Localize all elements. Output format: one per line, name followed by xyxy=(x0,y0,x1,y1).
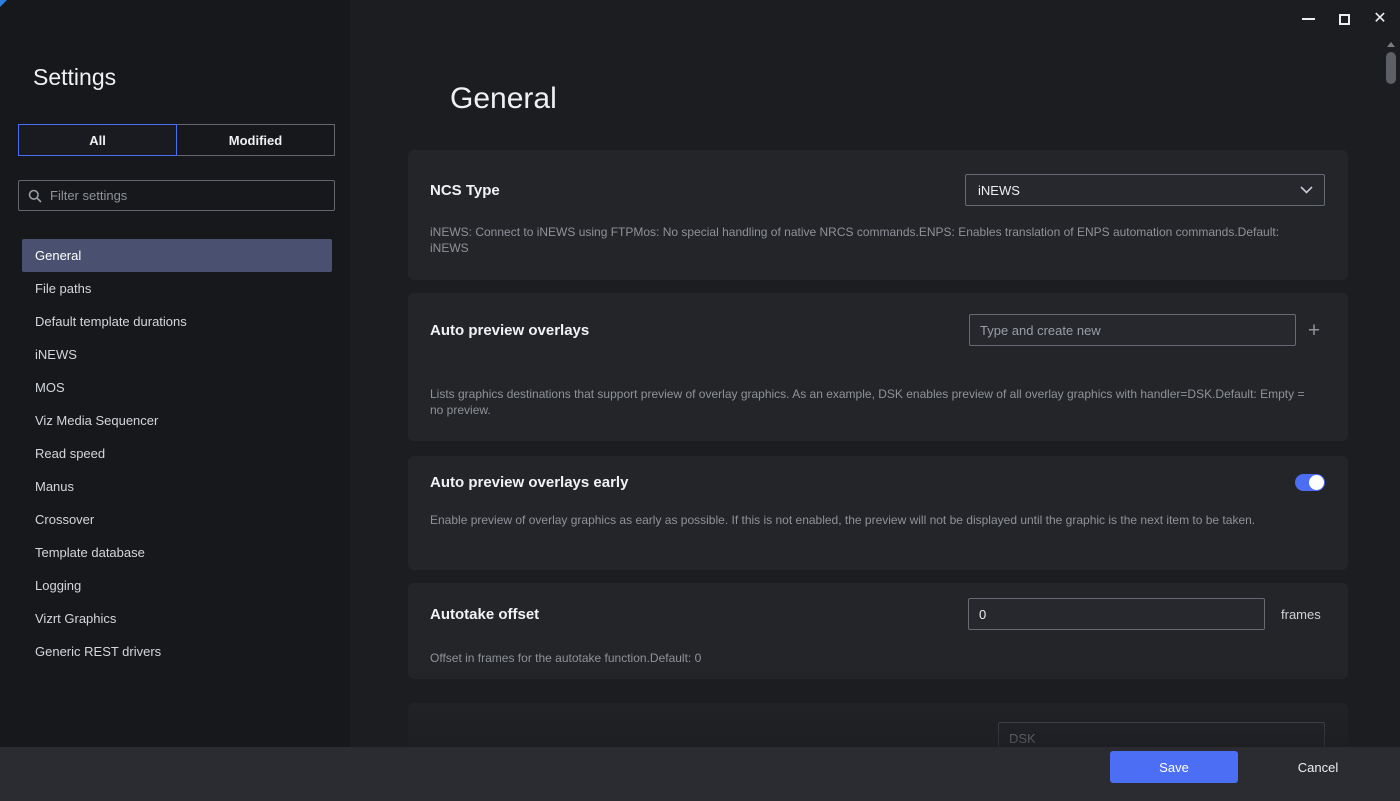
partial-setting-input[interactable] xyxy=(998,722,1325,747)
sidebar-nav-item-label: General xyxy=(35,248,81,263)
ncs-type-select-value: iNEWS xyxy=(978,183,1020,198)
save-button[interactable]: Save xyxy=(1110,751,1238,783)
sidebar-nav-item[interactable]: Default template durations xyxy=(22,305,332,338)
toggle-knob xyxy=(1309,475,1324,490)
ncs-type-select[interactable]: iNEWS xyxy=(965,174,1325,206)
unit-label: frames xyxy=(1281,607,1325,622)
filter-settings-input[interactable] xyxy=(50,188,325,203)
tab-all[interactable]: All xyxy=(18,124,177,156)
sidebar-nav-item[interactable]: Manus xyxy=(22,470,332,503)
scroll-up-arrow-icon[interactable] xyxy=(1387,42,1395,47)
auto-preview-early-toggle[interactable] xyxy=(1295,474,1325,491)
minimize-icon xyxy=(1302,18,1315,20)
sidebar-nav-item[interactable]: iNEWS xyxy=(22,338,332,371)
setting-description: Offset in frames for the autotake functi… xyxy=(408,650,1348,666)
setting-description: iNEWS: Connect to iNEWS using FTPMos: No… xyxy=(408,224,1348,256)
setting-label: NCS Type xyxy=(430,182,500,199)
filter-tabs: All Modified xyxy=(18,124,335,156)
close-button[interactable]: ✕ xyxy=(1362,0,1398,38)
setting-label: Autotake offset xyxy=(430,606,539,623)
setting-description: Lists graphics destinations that support… xyxy=(408,386,1348,418)
close-icon: ✕ xyxy=(1373,11,1386,27)
sidebar-nav-item-label: Template database xyxy=(35,545,145,560)
maximize-icon xyxy=(1339,14,1350,25)
setting-description: Enable preview of overlay graphics as ea… xyxy=(408,512,1348,528)
settings-sidebar: Settings All Modified General File paths… xyxy=(0,0,350,747)
sidebar-nav-item-label: Read speed xyxy=(35,446,105,461)
sidebar-nav-item[interactable]: Logging xyxy=(22,569,332,602)
sidebar-nav-item-label: Generic REST drivers xyxy=(35,644,161,659)
sidebar-nav-item-label: MOS xyxy=(35,380,65,395)
sidebar-nav-item-label: iNEWS xyxy=(35,347,77,362)
sidebar-nav-item[interactable]: Crossover xyxy=(22,503,332,536)
setting-label: Auto preview overlays early xyxy=(430,474,628,491)
sidebar-nav-item[interactable]: File paths xyxy=(22,272,332,305)
sidebar-nav-item[interactable]: Viz Media Sequencer xyxy=(22,404,332,437)
setting-card-autotake-offset: Autotake offset frames Offset in frames … xyxy=(408,583,1348,679)
add-button[interactable]: + xyxy=(1303,314,1325,346)
sidebar-title: Settings xyxy=(33,64,116,91)
setting-card-auto-preview-overlays-early: Auto preview overlays early Enable previ… xyxy=(408,456,1348,570)
sidebar-nav-item-label: Viz Media Sequencer xyxy=(35,413,158,428)
sidebar-nav-item-label: Crossover xyxy=(35,512,94,527)
filter-settings-field[interactable] xyxy=(18,180,335,211)
setting-card-partial xyxy=(408,703,1348,747)
setting-card-ncs-type: NCS Type iNEWS iNEWS: Connect to iNEWS u… xyxy=(408,150,1348,280)
footer-bar: Save Cancel xyxy=(0,747,1400,801)
auto-preview-overlays-input[interactable] xyxy=(969,314,1296,346)
maximize-button[interactable] xyxy=(1326,0,1362,38)
sidebar-nav-item-label: Manus xyxy=(35,479,74,494)
chevron-down-icon xyxy=(1300,186,1313,194)
sidebar-nav-item[interactable]: Generic REST drivers xyxy=(22,635,332,668)
app-accent-corner xyxy=(0,0,7,7)
sidebar-nav-item-label: Vizrt Graphics xyxy=(35,611,116,626)
cancel-button[interactable]: Cancel xyxy=(1270,750,1366,784)
sidebar-nav-item[interactable]: Read speed xyxy=(22,437,332,470)
scrollbar[interactable] xyxy=(1383,30,1400,747)
setting-label: Auto preview overlays xyxy=(430,322,589,339)
window-controls: ✕ xyxy=(1290,0,1398,38)
sidebar-nav-item-label: File paths xyxy=(35,281,91,296)
plus-icon: + xyxy=(1308,320,1320,341)
scrollbar-thumb[interactable] xyxy=(1386,52,1396,84)
sidebar-nav-item[interactable]: General xyxy=(22,239,332,272)
page-title: General xyxy=(450,82,557,116)
sidebar-nav-item[interactable]: Template database xyxy=(22,536,332,569)
setting-card-auto-preview-overlays: Auto preview overlays + Lists graphics d… xyxy=(408,293,1348,441)
settings-nav: General File paths Default template dura… xyxy=(0,239,350,668)
sidebar-nav-item[interactable]: Vizrt Graphics xyxy=(22,602,332,635)
tab-modified[interactable]: Modified xyxy=(176,124,335,156)
sidebar-nav-item-label: Default template durations xyxy=(35,314,187,329)
autotake-offset-input[interactable] xyxy=(968,598,1265,630)
sidebar-nav-item-label: Logging xyxy=(35,578,81,593)
search-icon xyxy=(28,189,42,203)
sidebar-nav-item[interactable]: MOS xyxy=(22,371,332,404)
minimize-button[interactable] xyxy=(1290,0,1326,38)
